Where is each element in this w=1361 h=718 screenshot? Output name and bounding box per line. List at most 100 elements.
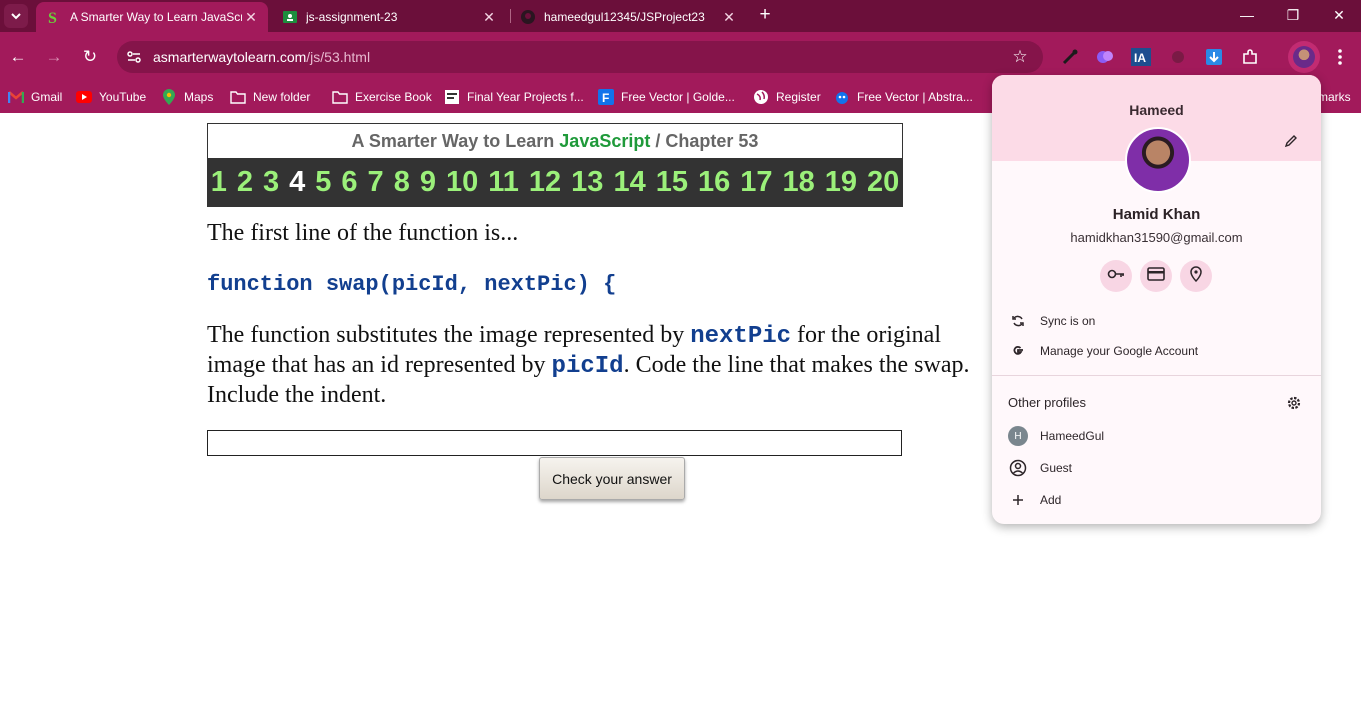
page-title: A Smarter Way to Learn JavaScript / Chap…: [351, 131, 759, 151]
close-tab-icon[interactable]: ✕: [480, 8, 498, 26]
back-button[interactable]: ←: [5, 44, 31, 70]
profile-letter-avatar: H: [1008, 426, 1028, 446]
svg-text:IA: IA: [1134, 51, 1146, 65]
page-link-19[interactable]: 19: [820, 166, 862, 199]
download-extension-icon[interactable]: [1203, 46, 1225, 68]
new-tab-button[interactable]: +: [754, 4, 776, 26]
tab-title: js-assignment-23: [306, 10, 398, 24]
bookmark-gmail[interactable]: Gmail: [8, 86, 62, 108]
tab-strip: S A Smarter Way to Learn JavaScr ✕ js-as…: [0, 0, 1361, 32]
bookmark-youtube[interactable]: YouTube: [76, 86, 146, 108]
restore-button[interactable]: ❐: [1270, 0, 1316, 30]
add-icon: [1008, 490, 1028, 510]
site-settings-icon[interactable]: [125, 48, 143, 66]
address-pin-icon: [1190, 265, 1202, 287]
other-profiles-heading: Other profiles: [1008, 395, 1087, 410]
check-answer-button[interactable]: Check your answer: [539, 457, 685, 500]
tab-asmarterway[interactable]: S A Smarter Way to Learn JavaScr ✕: [36, 2, 268, 32]
eyedropper-extension-icon[interactable]: [1059, 46, 1081, 68]
add-profile-row[interactable]: Add: [992, 485, 1321, 515]
sync-icon: [1010, 313, 1026, 329]
close-window-button[interactable]: ✕: [1316, 0, 1361, 30]
payment-methods-button[interactable]: [1140, 260, 1172, 292]
folder-icon: [332, 89, 348, 105]
gmail-icon: [8, 89, 24, 105]
extensions-puzzle-icon[interactable]: [1239, 46, 1261, 68]
tab-js-assignment[interactable]: js-assignment-23 ✕: [272, 2, 506, 32]
profile-row-guest[interactable]: Guest: [992, 453, 1321, 483]
profile-avatar-button[interactable]: [1288, 41, 1320, 73]
bookmark-exercise-book[interactable]: Exercise Book: [332, 86, 432, 108]
google-g-icon: [1010, 343, 1026, 359]
bookmark-all-bookmarks[interactable]: marks: [1318, 86, 1351, 108]
record-extension-icon[interactable]: [1167, 46, 1189, 68]
maps-icon: [161, 89, 177, 105]
restore-icon: ❐: [1286, 6, 1300, 23]
reload-icon: ↻: [82, 47, 98, 66]
page-link-6[interactable]: 6: [336, 166, 362, 199]
avatar: [1293, 46, 1315, 68]
addresses-button[interactable]: [1180, 260, 1212, 292]
bookmark-free-vector-golden[interactable]: F Free Vector | Golde...: [598, 86, 735, 108]
freepik-icon: F: [598, 89, 614, 105]
address-bar[interactable]: asmarterwaytolearn.com/js/53.html ☆: [117, 41, 1043, 73]
page-icon: [444, 89, 460, 105]
close-tab-icon[interactable]: ✕: [242, 8, 260, 26]
profile-row-hameedgul[interactable]: H HameedGul: [992, 421, 1321, 451]
passwords-button[interactable]: [1100, 260, 1132, 292]
payment-card-icon: [1147, 266, 1165, 286]
tab-title: A Smarter Way to Learn JavaScr: [70, 10, 242, 24]
page-link-18[interactable]: 18: [778, 166, 820, 199]
profile-name: Hameed: [1129, 102, 1184, 118]
page-link-2[interactable]: 2: [232, 166, 258, 199]
bookmark-final-year-projects[interactable]: Final Year Projects f...: [444, 86, 584, 108]
bookmark-star-icon[interactable]: ☆: [1011, 47, 1029, 66]
page-link-10[interactable]: 10: [441, 166, 483, 199]
sync-status-row[interactable]: Sync is on: [992, 306, 1321, 336]
page-link-3[interactable]: 3: [258, 166, 284, 199]
page-link-17[interactable]: 17: [735, 166, 777, 199]
bookmark-free-vector-abstract[interactable]: Free Vector | Abstra...: [834, 86, 973, 108]
close-icon: ✕: [1333, 6, 1345, 23]
page-link-12[interactable]: 12: [524, 166, 566, 199]
arrow-right-icon: →: [45, 47, 63, 66]
google-classroom-icon: [282, 9, 298, 25]
page-link-8[interactable]: 8: [389, 166, 415, 199]
page-link-1[interactable]: 1: [206, 166, 232, 199]
page-link-4[interactable]: 4: [284, 166, 310, 199]
page-link-13[interactable]: 13: [566, 166, 608, 199]
edit-pencil-icon[interactable]: [1282, 132, 1300, 150]
page-link-20[interactable]: 20: [862, 166, 904, 199]
page-link-11[interactable]: 11: [483, 166, 524, 199]
reload-button[interactable]: ↻: [77, 44, 103, 70]
folder-icon: [230, 89, 246, 105]
menu-kebab-icon[interactable]: [1329, 46, 1351, 68]
manage-profiles-gear-icon[interactable]: [1285, 394, 1303, 412]
close-tab-icon[interactable]: ✕: [720, 8, 738, 26]
intro-text: The first line of the function is...: [207, 220, 519, 246]
chapter-header: A Smarter Way to Learn JavaScript / Chap…: [207, 123, 903, 207]
bookmark-new-folder[interactable]: New folder: [230, 86, 310, 108]
minimize-button[interactable]: —: [1224, 0, 1270, 30]
exercise-pager: 1 2 3 4 5 6 7 8 9 10 11 12 13 14 15 16 17 18 19 20: [208, 158, 902, 206]
bookmark-maps[interactable]: Maps: [161, 86, 213, 108]
globe-icon: [753, 89, 769, 105]
page-link-5[interactable]: 5: [310, 166, 336, 199]
page-link-15[interactable]: 15: [651, 166, 693, 199]
plus-icon: +: [759, 4, 771, 25]
gradient-extension-icon[interactable]: [1094, 46, 1116, 68]
page-link-16[interactable]: 16: [693, 166, 735, 199]
tab-search-button[interactable]: [4, 4, 28, 28]
bookmark-register[interactable]: Register: [753, 86, 821, 108]
answer-input[interactable]: [207, 430, 902, 456]
page-link-9[interactable]: 9: [415, 166, 441, 199]
code-first-line: function swap(picId, nextPic) {: [207, 272, 617, 297]
github-icon: [520, 9, 536, 25]
page-link-14[interactable]: 14: [608, 166, 650, 199]
page-link-7[interactable]: 7: [363, 166, 389, 199]
profile-menu-popup: Hameed Hamid Khan hamidkhan31590@gmail.c…: [992, 75, 1321, 524]
ia-extension-icon[interactable]: IA: [1130, 46, 1152, 68]
tab-github[interactable]: hameedgul12345/JSProject23 ✕: [510, 2, 746, 32]
forward-button[interactable]: →: [41, 44, 67, 70]
manage-google-account-row[interactable]: Manage your Google Account: [992, 336, 1321, 366]
